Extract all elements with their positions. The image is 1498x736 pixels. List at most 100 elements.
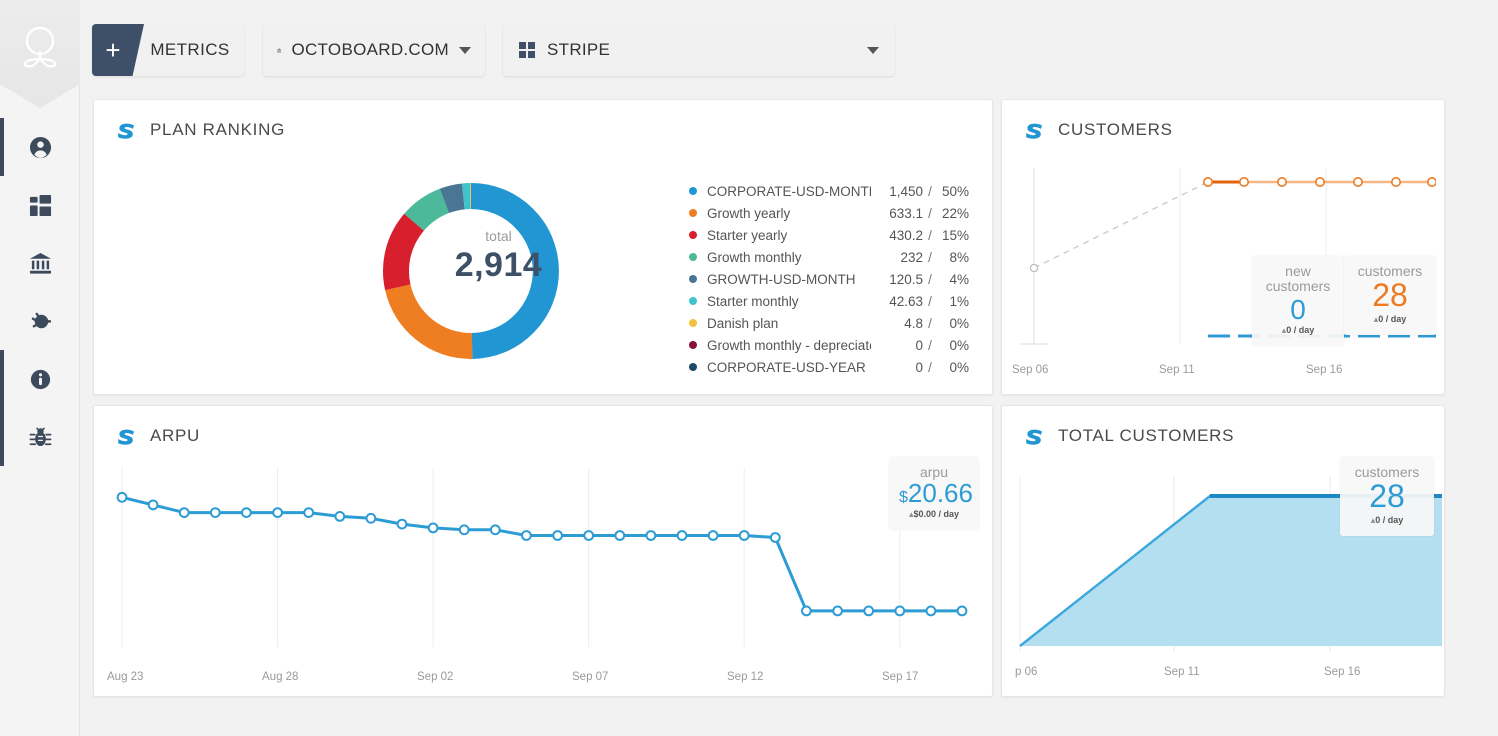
donut-total-caption: total	[485, 228, 512, 244]
x-tick: Sep 02	[417, 671, 454, 683]
data-point[interactable]	[645, 530, 657, 541]
tooltip-sub: ▴0 / day	[1373, 313, 1407, 324]
legend-label: Growth monthly - depreciated	[707, 337, 871, 353]
legend-value: 633.1	[889, 205, 923, 221]
data-point[interactable]	[801, 605, 812, 617]
data-point[interactable]	[458, 524, 470, 536]
legend-percent: 15%	[941, 227, 969, 243]
legend-separator: /	[928, 315, 932, 331]
data-point[interactable]	[303, 507, 315, 518]
legend-label: Growth monthly	[707, 249, 802, 265]
legend-row[interactable]: Starter yearly 430.2 / 15%	[689, 224, 969, 246]
legend-separator: /	[928, 205, 932, 221]
board-selector[interactable]: OCTOBOARD.COM	[263, 24, 485, 76]
legend-row[interactable]: GROWTH-USD-MONTH 120.5 / 4%	[689, 268, 969, 290]
octoboard-logo[interactable]	[0, 0, 80, 108]
tooltip-value: $20.66	[899, 478, 973, 509]
blocks-grid-icon	[519, 42, 535, 58]
legend-percent: 8%	[949, 249, 969, 265]
data-point[interactable]	[676, 530, 688, 541]
data-point[interactable]	[552, 530, 564, 541]
sidebar-item-integrations[interactable]	[0, 292, 80, 350]
legend-label: Danish plan	[707, 315, 779, 331]
panel-title: ARPU	[150, 426, 201, 445]
data-point[interactable]	[925, 605, 937, 617]
data-point[interactable]	[894, 605, 906, 617]
legend-color-dot	[689, 319, 697, 327]
tooltip-total-customers: customers 28 ▴0 / day	[1340, 457, 1434, 536]
panel-header: ARPU	[94, 406, 992, 448]
data-point[interactable]	[769, 532, 781, 543]
dashboard-app: + METRICS OCTOBOARD.COM STRIPE PLAN RANK…	[0, 0, 1498, 736]
data-point[interactable]	[147, 499, 159, 511]
legend-row[interactable]: CORPORATE-USD-MONTH 1,450 / 50%	[689, 180, 969, 202]
legend-row[interactable]: Growth monthly 232 / 8%	[689, 246, 969, 268]
data-point[interactable]	[209, 507, 221, 518]
legend-row[interactable]: Starter monthly 42.63 / 1%	[689, 290, 969, 312]
tooltip-sub: ▴$0.00 / day	[908, 508, 960, 519]
sidebar-item-billing[interactable]	[0, 234, 80, 292]
legend-color-dot	[689, 275, 697, 283]
legend-separator: /	[928, 271, 932, 287]
legend-percent: 0%	[949, 359, 969, 375]
data-point[interactable]	[583, 530, 595, 541]
sidebar-nav	[0, 118, 79, 466]
legend-value: 4.8	[904, 315, 923, 331]
data-point[interactable]	[427, 522, 439, 534]
data-point[interactable]	[334, 511, 346, 522]
panel-title: CUSTOMERS	[1058, 120, 1173, 139]
legend-label: Starter yearly	[707, 227, 788, 243]
data-point[interactable]	[521, 530, 532, 541]
data-point[interactable]	[832, 605, 843, 617]
legend-row[interactable]: Growth monthly - depreciated 0 / 0%	[689, 334, 969, 356]
source-selector[interactable]: STRIPE	[503, 24, 895, 76]
user-circle-icon	[29, 136, 51, 158]
legend-row[interactable]: CORPORATE-USD-YEAR 0 / 0%	[689, 356, 969, 378]
info-circle-icon	[30, 369, 50, 389]
chevron-down-icon[interactable]	[867, 46, 879, 54]
x-tick: Sep 11	[1159, 364, 1195, 376]
data-point[interactable]	[489, 524, 501, 536]
legend-row[interactable]: Danish plan 4.8 / 0%	[689, 312, 969, 334]
stripe-logo	[118, 429, 134, 445]
arpu-line-chart	[116, 468, 968, 647]
tooltip-sub: ▴0 / day	[1281, 325, 1315, 336]
chevron-down-icon[interactable]	[459, 46, 471, 54]
data-point[interactable]	[365, 512, 377, 524]
sidebar-item-debug[interactable]	[0, 408, 80, 466]
sidebar-item-account[interactable]	[0, 118, 80, 176]
tooltip-sub: ▴0 / day	[1370, 514, 1404, 525]
data-point[interactable]	[272, 507, 284, 518]
toolbar: + METRICS OCTOBOARD.COM STRIPE	[80, 0, 1498, 100]
sidebar-item-info[interactable]	[0, 350, 80, 408]
panel-customers: CUSTOMERS new customers 0 ▴0 / day custo…	[1001, 99, 1445, 395]
legend-row[interactable]: Growth yearly 633.1 / 22%	[689, 202, 969, 224]
tooltip-value: 28	[1372, 277, 1408, 314]
legend-label: GROWTH-USD-MONTH	[707, 271, 856, 287]
data-point[interactable]	[396, 518, 408, 530]
data-point[interactable]	[241, 507, 252, 518]
legend-value: 1,450	[889, 183, 923, 199]
legend-value: 0	[915, 337, 923, 353]
data-point[interactable]	[738, 530, 750, 541]
x-tick: p 06	[1015, 666, 1038, 678]
donut-slice[interactable]	[385, 284, 473, 359]
legend-value: 232	[900, 249, 923, 265]
sidebar-item-dashboards[interactable]	[0, 176, 80, 234]
data-point[interactable]	[863, 605, 875, 617]
x-tick: Aug 23	[107, 671, 144, 683]
data-point[interactable]	[116, 491, 128, 503]
legend-value: 120.5	[889, 271, 923, 287]
data-point[interactable]	[614, 530, 626, 541]
legend-label: CORPORATE-USD-MONTH	[707, 183, 871, 199]
add-metrics-button[interactable]: + METRICS	[92, 24, 244, 76]
stripe-logo	[118, 123, 134, 139]
legend-percent: 22%	[941, 205, 969, 221]
data-point[interactable]	[956, 605, 968, 617]
data-point[interactable]	[707, 530, 719, 541]
panel-title: PLAN RANKING	[150, 120, 285, 139]
panel-plan-ranking: PLAN RANKING total 2,914 CORPORATE-USD-M…	[93, 99, 993, 395]
panel-header: PLAN RANKING	[94, 100, 992, 142]
data-point[interactable]	[178, 507, 190, 518]
legend-color-dot	[689, 187, 697, 195]
